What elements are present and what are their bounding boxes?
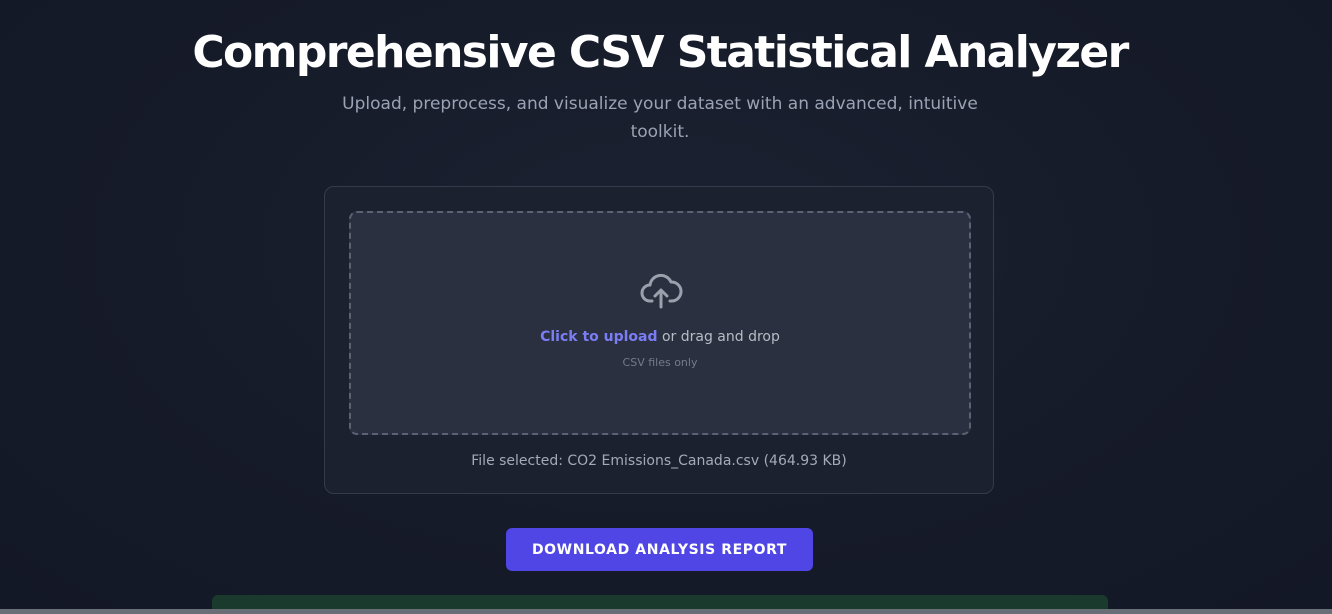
file-type-hint: CSV files only <box>622 356 698 369</box>
upload-card: Click to upload or drag and drop CSV fil… <box>324 186 994 494</box>
page-title: Comprehensive CSV Statistical Analyzer <box>192 27 1129 78</box>
horizontal-scrollbar[interactable] <box>0 609 1332 614</box>
file-dropzone[interactable]: Click to upload or drag and drop CSV fil… <box>349 211 971 435</box>
click-to-upload-link[interactable]: Click to upload <box>540 329 657 345</box>
file-selected-status: File selected: CO2 Emissions_Canada.csv … <box>471 453 847 469</box>
drag-drop-text: or drag and drop <box>657 329 780 345</box>
dropzone-instruction: Click to upload or drag and drop <box>351 327 969 347</box>
cloud-upload-icon <box>640 273 683 309</box>
download-report-button[interactable]: DOWNLOAD ANALYSIS REPORT <box>506 528 813 571</box>
page-subtitle: Upload, preprocess, and visualize your d… <box>342 94 978 142</box>
